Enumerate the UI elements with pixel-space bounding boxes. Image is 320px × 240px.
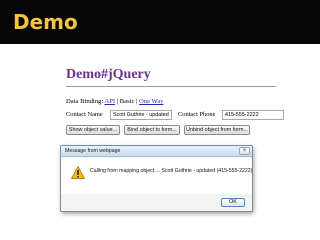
slide-title-bar: Demo: [0, 0, 320, 44]
contact-phone-label: Contact Phone: [178, 111, 216, 118]
heading-divider: [66, 86, 276, 87]
contact-name-label: Contact Name: [66, 111, 103, 118]
dialog-title: Message from webpage: [65, 148, 121, 154]
api-link[interactable]: API: [104, 98, 115, 105]
close-icon: ×: [242, 148, 247, 154]
one-way-link[interactable]: One Way: [139, 98, 163, 105]
dialog-close-button[interactable]: ×: [239, 147, 250, 155]
separator: |: [136, 98, 138, 105]
separator: |: [116, 98, 119, 105]
contact-name-field[interactable]: Scott Guthrie - updated: [110, 110, 172, 120]
data-binding-line: Data Binding: API | Basic | One Way: [66, 96, 163, 108]
slide-title: Demo: [13, 10, 78, 34]
show-object-value-button[interactable]: Show object value...: [66, 125, 120, 135]
dialog-titlebar: Message from webpage ×: [61, 146, 252, 157]
data-binding-label: Data Binding:: [66, 98, 104, 105]
warning-icon: [71, 166, 85, 179]
contact-phone-field[interactable]: 415-555-2222: [222, 110, 284, 120]
unbind-object-button[interactable]: Unbind object from form...: [184, 125, 250, 135]
contact-form-row: Contact Name Scott Guthrie - updated Con…: [66, 110, 286, 120]
message-dialog: Message from webpage × Calling from mapp…: [60, 145, 253, 212]
basic-label: Basic: [119, 98, 135, 105]
page-title: Demo#jQuery: [66, 67, 151, 82]
dialog-message: Calling from mapping object.... Scott Gu…: [90, 168, 253, 174]
bind-object-button[interactable]: Bind object to form...: [124, 125, 180, 135]
ok-button[interactable]: OK: [221, 198, 245, 207]
dialog-body: Calling from mapping object.... Scott Gu…: [61, 158, 252, 194]
